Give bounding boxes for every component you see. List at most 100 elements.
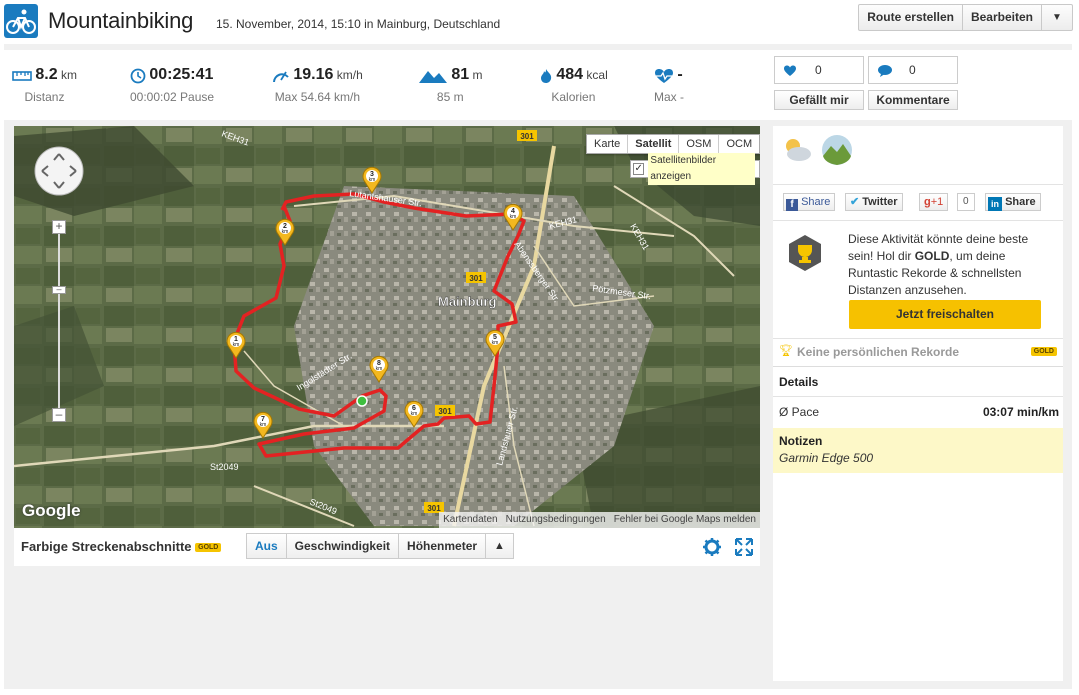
svg-text:km: km — [282, 229, 289, 235]
report-error-link[interactable]: Fehler bei Google Maps melden — [610, 512, 760, 528]
dropdown-button[interactable]: ▼ — [1042, 5, 1072, 30]
linkedin-share-button[interactable]: in Share — [985, 193, 1041, 211]
notes-text: Garmin Edge 500 — [779, 451, 874, 465]
segment-speed-button[interactable]: Geschwindigkeit — [287, 534, 400, 558]
heart-icon — [784, 65, 796, 76]
map-type-ocm[interactable]: OCM — [719, 135, 759, 153]
gear-icon[interactable] — [702, 537, 722, 557]
svg-text:km: km — [411, 411, 418, 417]
zoom-slider[interactable]: + – – — [52, 220, 66, 430]
stats-bar: 8.2 km Distanz 00:25:41 00:00:02 Pause 1… — [4, 50, 1072, 120]
svg-text:km: km — [369, 177, 376, 183]
segment-elevation-button[interactable]: Höhenmeter — [399, 534, 487, 558]
km-marker[interactable]: 8 km — [368, 355, 390, 383]
activity-icon — [4, 4, 38, 38]
comment-icon — [878, 65, 892, 77]
share-row: f Share ✔ Twitter g+1 0 in Share — [773, 184, 1063, 218]
unlock-gold-button[interactable]: Jetzt freischalten — [849, 300, 1041, 329]
map-type-satellit[interactable]: Satellit — [628, 135, 680, 153]
road-shield: 301 — [438, 407, 452, 416]
terrain-icon — [822, 135, 852, 165]
weather-icon — [786, 139, 811, 161]
checkbox-icon[interactable]: ✓ — [633, 163, 645, 175]
pace-row: Ø Pace 03:07 min/km — [773, 396, 1063, 426]
road-shield: 301 — [469, 274, 483, 283]
page-title: Mountainbiking — [48, 8, 194, 33]
road-shield: 301 — [520, 132, 534, 141]
trophy-small-icon: 🏆︎ — [779, 345, 793, 357]
stat-duration: 00:25:41 00:00:02 Pause — [130, 66, 215, 104]
stat-heartrate: - Max - — [654, 66, 684, 104]
notes-box: Notizen Garmin Edge 500 — [773, 428, 1063, 473]
km-marker[interactable]: 2 km — [274, 218, 296, 246]
pan-arrows-icon[interactable] — [34, 146, 84, 196]
records-row: 🏆︎ Keine persönlichen Rekorde GOLD — [773, 338, 1063, 364]
like-button[interactable]: Gefällt mir — [774, 90, 864, 110]
km-marker[interactable]: 4 km — [502, 203, 524, 231]
satellite-map[interactable]: Mainburg Lutantshauser Str. Ingolstädter… — [14, 126, 760, 528]
terms-link[interactable]: Nutzungsbedingungen — [502, 512, 610, 528]
gold-badge: GOLD — [195, 543, 222, 553]
bike-icon — [6, 9, 36, 34]
sidebar: f Share ✔ Twitter g+1 0 in Share Diese A… — [773, 126, 1063, 681]
edit-button[interactable]: Bearbeiten — [963, 5, 1042, 30]
zoom-handle[interactable]: – — [52, 285, 66, 294]
trophy-icon — [789, 235, 821, 271]
flame-icon — [541, 68, 552, 83]
pan-control[interactable] — [34, 146, 84, 196]
gold-promo: Diese Aktivität könnte deine beste sein!… — [773, 220, 1063, 336]
svg-text:km: km — [510, 214, 517, 220]
stat-elevation: 81 m 85 m — [418, 66, 482, 104]
create-route-button[interactable]: Route erstellen — [859, 5, 963, 30]
gold-badge: GOLD — [1030, 347, 1057, 356]
km-marker[interactable]: 3 km — [361, 166, 383, 194]
zoom-out-button[interactable]: – — [52, 408, 66, 422]
stat-calories: 484 kcal Kalorien — [539, 66, 608, 104]
zoom-in-button[interactable]: + — [52, 220, 66, 234]
road-label: St2049 — [210, 462, 239, 472]
km-marker[interactable]: 6 km — [403, 400, 425, 428]
speedometer-icon — [273, 71, 289, 82]
gplus-button[interactable]: g+1 — [919, 193, 949, 211]
km-marker[interactable]: 7 km — [252, 411, 274, 439]
svg-text:km: km — [492, 340, 499, 346]
segments-bar: Farbige Streckenabschnitte GOLD Aus Gesc… — [14, 528, 760, 566]
segment-expand-button[interactable]: ▲ — [486, 534, 513, 558]
svg-text:km: km — [233, 342, 240, 348]
km-marker[interactable]: 5 km — [484, 329, 506, 357]
google-logo[interactable]: Google — [22, 501, 81, 521]
header-actions: Route erstellen Bearbeiten ▼ — [858, 4, 1073, 31]
segments-label: Farbige Streckenabschnitte GOLD — [21, 539, 222, 554]
map-label-town: Mainburg — [438, 294, 497, 309]
notes-title: Notizen — [779, 434, 823, 448]
details-title: Details — [779, 375, 819, 389]
clock-icon — [130, 68, 146, 84]
segment-off-button[interactable]: Aus — [247, 534, 287, 558]
no-records-label: Keine persönlichen Rekorde — [797, 345, 960, 359]
stat-speed: 19.16 km/h Max 54.64 km/h — [272, 66, 363, 104]
map-attribution: Kartendaten Nutzungsbedingungen Fehler b… — [439, 512, 760, 528]
map-type-osm[interactable]: OSM — [679, 135, 720, 153]
comments-button[interactable]: Kommentare — [868, 90, 958, 110]
fullscreen-icon[interactable] — [734, 537, 754, 557]
activity-subtitle: 15. November, 2014, 15:10 in Mainburg, D… — [216, 17, 501, 31]
km-marker[interactable]: 1 km — [225, 331, 247, 359]
svg-text:km: km — [376, 366, 383, 372]
map-data-link[interactable]: Kartendaten — [439, 512, 502, 528]
route-map[interactable]: Mainburg Lutantshauser Str. Ingolstädter… — [14, 126, 760, 528]
comments-count-box: 0 — [868, 56, 958, 84]
heart-rate-icon — [655, 68, 673, 83]
map-type-karte[interactable]: Karte — [587, 135, 629, 153]
linkedin-icon: in — [988, 197, 1002, 211]
promo-text: Diese Aktivität könnte deine beste sein!… — [848, 232, 1029, 297]
ruler-icon — [12, 71, 32, 81]
twitter-share-button[interactable]: ✔ Twitter — [845, 193, 903, 211]
map-type-selector: Karte Satellit OSM OCM — [586, 134, 760, 154]
facebook-icon: f — [786, 199, 798, 211]
pace-value: 03:07 min/km — [982, 405, 1059, 419]
gplus-icon: g — [924, 196, 931, 208]
satellite-checkbox-row[interactable]: ✓ Satellitenbilder anzeigen — [630, 153, 760, 185]
stat-distance: 8.2 km Distanz — [12, 66, 77, 104]
svg-text:km: km — [260, 422, 267, 428]
facebook-share-button[interactable]: f Share — [783, 193, 836, 211]
